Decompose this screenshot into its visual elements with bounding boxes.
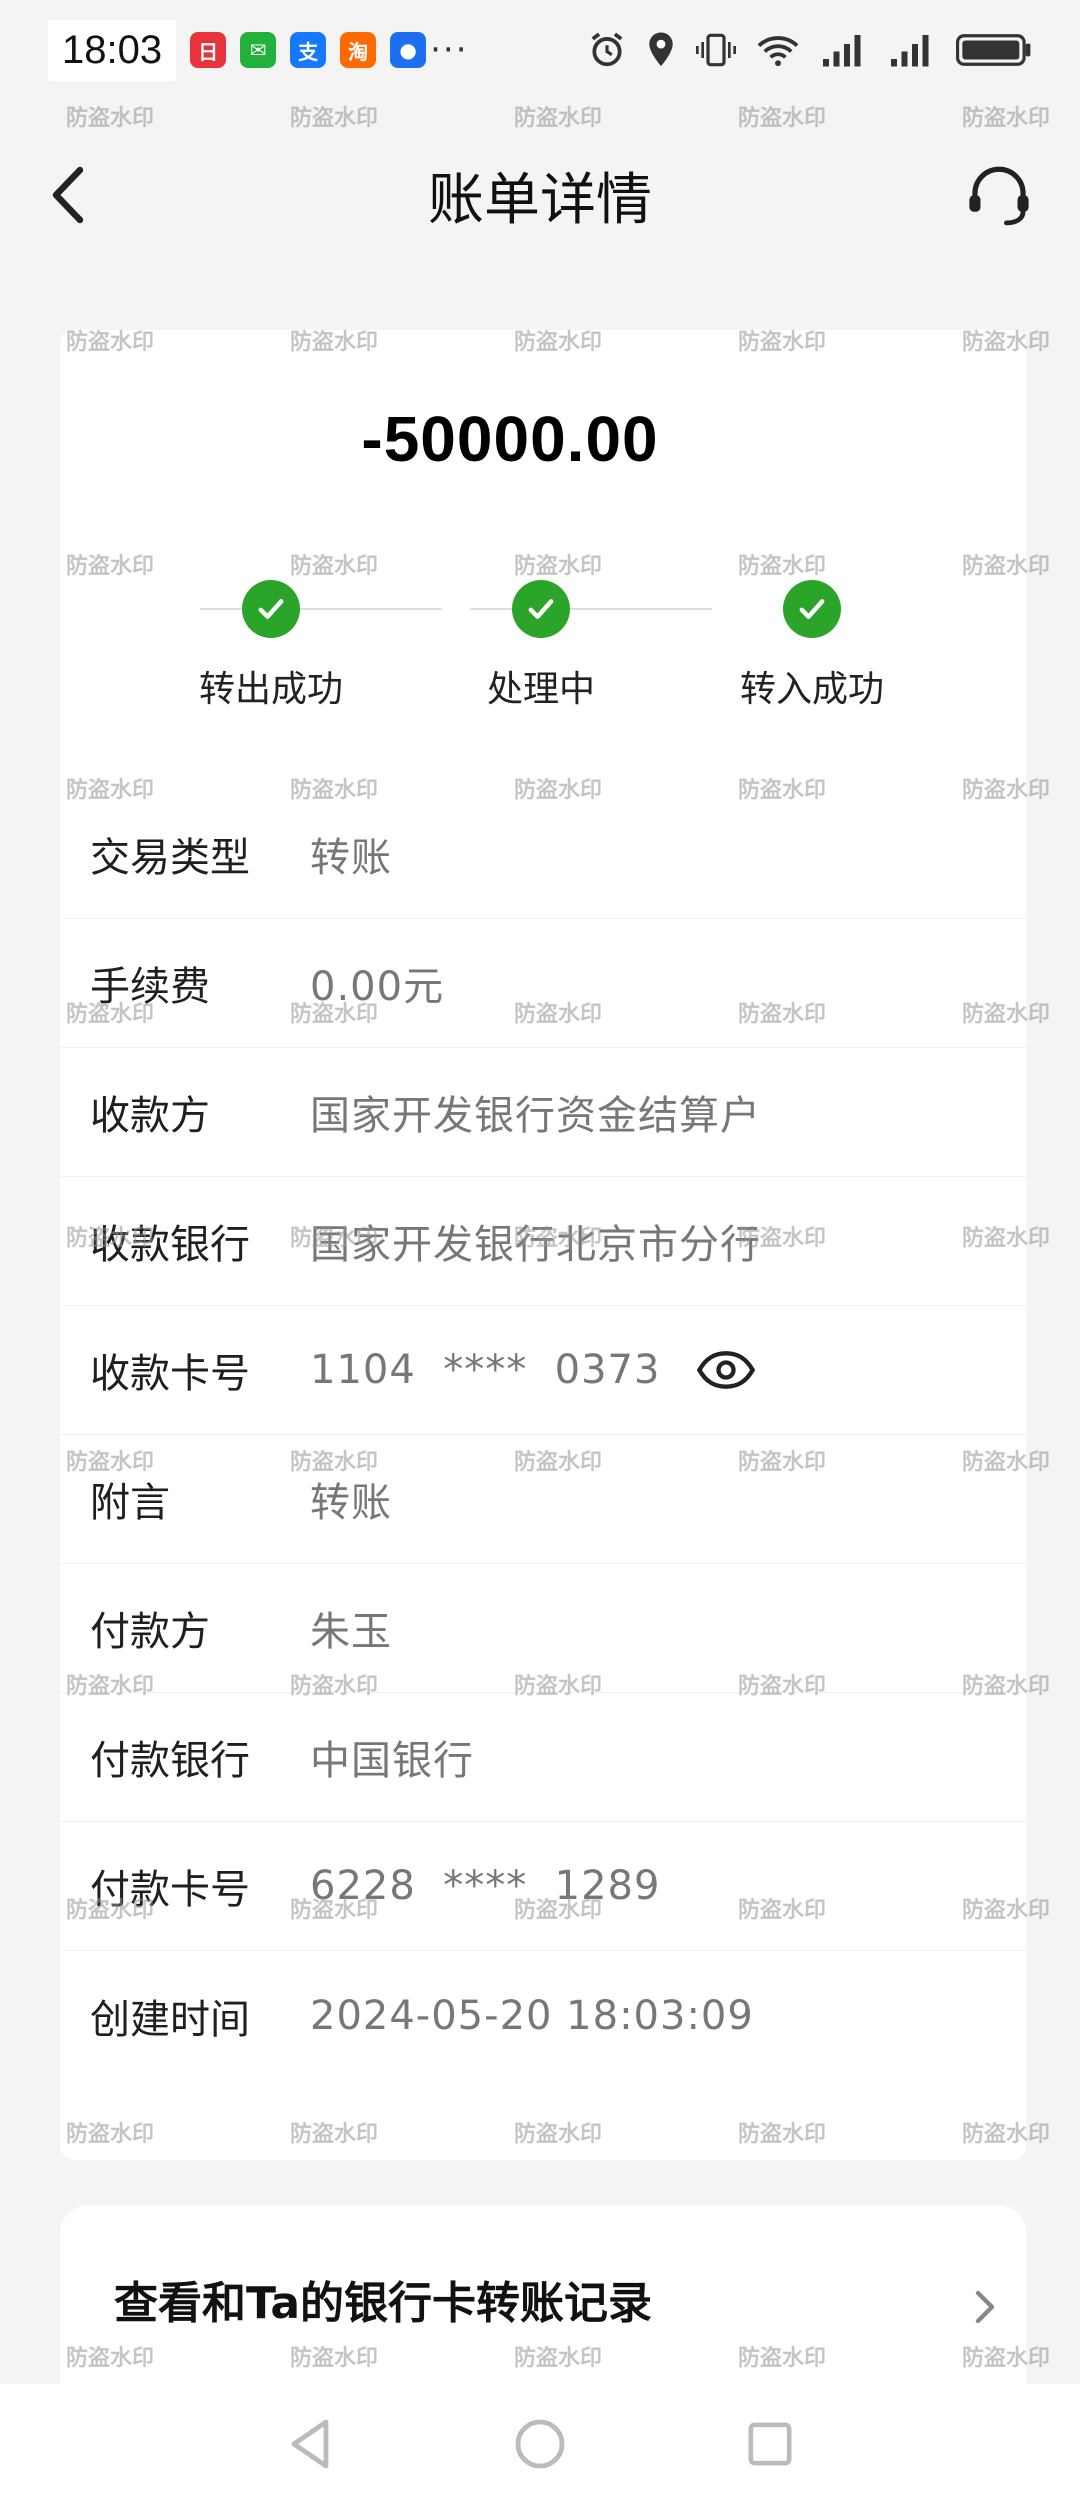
detail-value: 2024-05-20 18:03:09 <box>310 1992 754 2039</box>
detail-row-payer: 付款方 朱玉 <box>60 1564 1026 1693</box>
circle-home-icon <box>515 2419 565 2469</box>
step-label: 转出成功 <box>198 669 343 710</box>
detail-value: 中国银行 <box>310 1738 474 1784</box>
eye-icon[interactable] <box>696 1350 756 1390</box>
progress-step: 处理中 <box>441 580 641 712</box>
chevron-right-icon <box>975 2290 995 2324</box>
transfer-records-link[interactable]: 查看和Ta的银行卡转账记录 <box>60 2205 1026 2395</box>
detail-row-payee-card: 收款卡号 1104 **** 0373 <box>60 1306 1026 1435</box>
detail-row-payer-bank: 付款银行 中国银行 <box>60 1693 1026 1822</box>
detail-value: 1104 **** 0373 <box>310 1347 661 1393</box>
detail-list: 交易类型 转账 手续费 0.00元 收款方 国家开发银行资金结算户 收款银行 国… <box>60 790 1026 2080</box>
detail-row-memo: 附言 转账 <box>60 1435 1026 1564</box>
detail-label: 付款方 <box>90 1609 210 1655</box>
taobao-icon: 淘 <box>340 32 377 68</box>
check-icon <box>242 580 300 638</box>
wifi-icon <box>757 36 799 67</box>
bill-detail-card: -50000.00 转出成功 处理中 转入成功 交易类型 转账 手续费 0.00… <box>60 330 1026 2160</box>
detail-row-created-time: 创建时间 2024-05-20 18:03:09 <box>60 1951 1026 2080</box>
detail-label: 付款卡号 <box>90 1867 250 1913</box>
mall-app-icon: 日 <box>190 32 227 68</box>
detail-value: 朱玉 <box>310 1609 392 1655</box>
wechat-icon: ✉ <box>240 32 277 68</box>
amount: -50000.00 <box>361 403 659 475</box>
detail-value: 转账 <box>310 835 392 881</box>
check-icon <box>512 580 570 638</box>
nav-recents-button[interactable] <box>730 2404 810 2484</box>
detail-value: 国家开发银行北京市分行 <box>310 1222 761 1268</box>
watermark-text: 防盗水印 <box>66 105 155 130</box>
detail-row-payee: 收款方 国家开发银行资金结算户 <box>60 1048 1026 1177</box>
watermark-text: 防盗水印 <box>290 105 379 130</box>
detail-row-payer-card: 付款卡号 6228 **** 1289 <box>60 1822 1026 1951</box>
detail-row-payee-bank: 收款银行 国家开发银行北京市分行 <box>60 1177 1026 1306</box>
watermark-text: 防盗水印 <box>514 105 603 130</box>
system-icons <box>588 31 1032 69</box>
system-nav-bar <box>0 2384 1080 2504</box>
detail-row-transaction-type: 交易类型 转账 <box>60 790 1026 919</box>
signal-icon-1 <box>823 35 861 67</box>
location-icon <box>649 32 673 67</box>
square-recents-icon <box>748 2422 792 2466</box>
detail-value: 国家开发银行资金结算户 <box>310 1093 761 1139</box>
progress-step: 转出成功 <box>171 580 371 712</box>
page-title: 账单详情 <box>428 167 652 233</box>
detail-label: 收款银行 <box>90 1222 250 1268</box>
progress-step: 转入成功 <box>712 580 912 712</box>
assistant-app-icon: ● <box>390 32 427 68</box>
headset-icon <box>969 166 1029 226</box>
detail-label: 附言 <box>90 1480 170 1526</box>
signal-icon-2 <box>891 35 929 67</box>
detail-label: 交易类型 <box>90 835 250 881</box>
status-time: 18:03 <box>48 19 177 81</box>
detail-label: 收款卡号 <box>90 1351 250 1397</box>
watermark-text: 防盗水印 <box>738 105 827 130</box>
nav-back-button[interactable] <box>270 2404 350 2484</box>
detail-label: 收款方 <box>90 1093 210 1139</box>
notification-icons: 日 ✉ 支淘 ● <box>190 32 427 68</box>
status-bar: 18:03 日 ✉ 支淘 ● ··· <box>0 0 1080 100</box>
transfer-records-label: 查看和Ta的银行卡转账记录 <box>114 2278 653 2329</box>
watermark-text: 防盗水印 <box>962 105 1051 130</box>
check-icon <box>783 580 841 638</box>
transfer-progress: 转出成功 处理中 转入成功 <box>60 580 1026 720</box>
more-notifications-icon: ··· <box>430 30 469 70</box>
detail-value: 6228 **** 1289 <box>310 1863 661 1909</box>
detail-label: 创建时间 <box>90 1996 250 2043</box>
detail-value: 0.00元 <box>310 964 445 1010</box>
chevron-left-icon <box>52 166 84 224</box>
detail-label: 手续费 <box>90 964 210 1010</box>
alipay-icon: 支 <box>290 32 327 68</box>
step-label: 转入成功 <box>739 669 884 710</box>
app-header: 账单详情 <box>0 140 1080 250</box>
back-button[interactable] <box>40 162 100 228</box>
battery-icon <box>956 34 1031 66</box>
customer-service-button[interactable] <box>962 160 1036 234</box>
triangle-back-icon <box>291 2419 329 2469</box>
detail-value: 转账 <box>310 1480 392 1526</box>
nav-home-button[interactable] <box>500 2404 580 2484</box>
step-label: 处理中 <box>486 669 595 710</box>
detail-row-fee: 手续费 0.00元 <box>60 919 1026 1048</box>
vibrate-icon <box>696 33 736 67</box>
alarm-icon <box>591 32 623 67</box>
detail-label: 付款银行 <box>90 1738 250 1784</box>
